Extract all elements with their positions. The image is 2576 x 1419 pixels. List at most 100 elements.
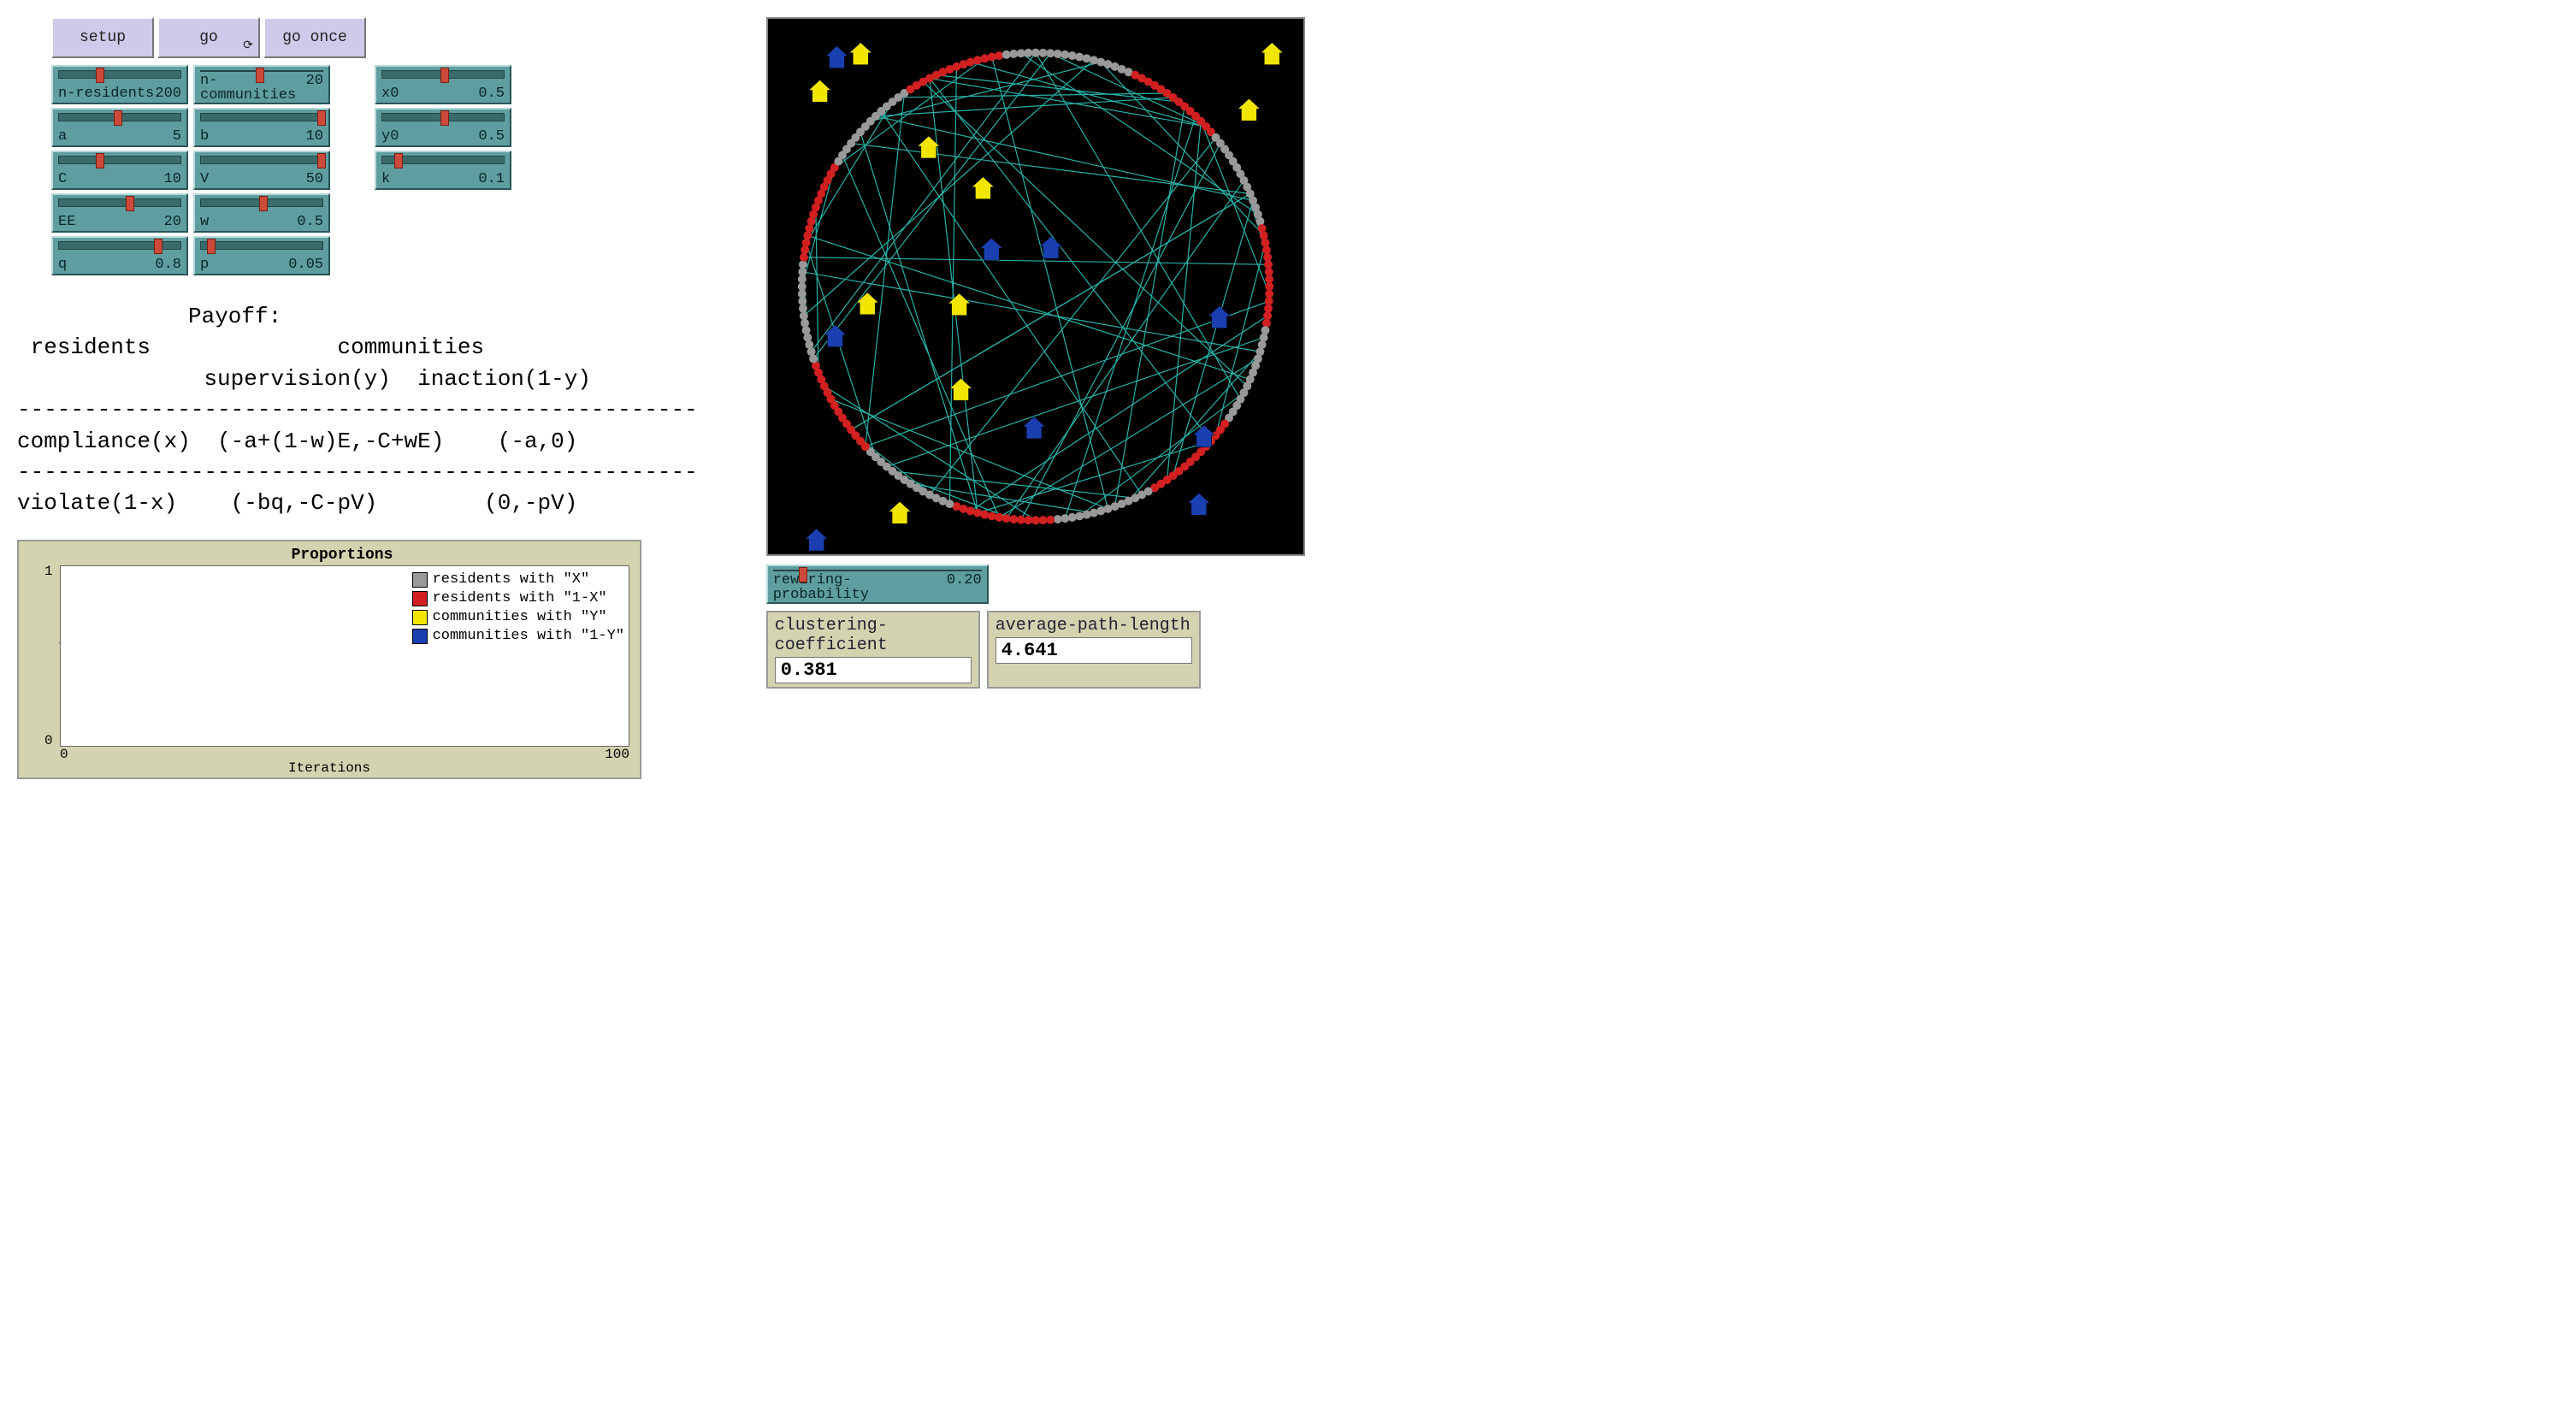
slider-thumb[interactable] — [394, 153, 403, 169]
slider-thumb[interactable] — [126, 196, 134, 211]
slider-q[interactable]: q 0.8 — [51, 236, 188, 275]
slider-track[interactable] — [58, 113, 181, 121]
slider-value: 10 — [164, 172, 181, 186]
legend-swatch — [412, 591, 428, 606]
slider-track[interactable] — [381, 113, 505, 121]
slider-thumb[interactable] — [440, 110, 449, 126]
legend-item: residents with "X" — [412, 571, 624, 589]
slider-thumb[interactable] — [114, 110, 122, 126]
slider-value: 50 — [306, 172, 323, 186]
slider-C[interactable]: C 10 — [51, 151, 188, 190]
slider-thumb[interactable] — [440, 68, 449, 83]
slider-value: 200 — [155, 86, 181, 101]
slider-track[interactable] — [200, 241, 323, 250]
slider-label: C — [58, 172, 67, 186]
slider-label: w — [200, 215, 209, 229]
slider-track[interactable] — [58, 156, 181, 164]
slider-b[interactable]: b 10 — [193, 108, 330, 147]
slider-track[interactable] — [58, 198, 181, 207]
slider-w[interactable]: w 0.5 — [193, 193, 330, 233]
plot-xmin: 0 — [60, 747, 68, 762]
slider-value: 10 — [306, 129, 323, 144]
legend-label: communities with "1-Y" — [433, 627, 624, 646]
slider-label: x0 — [381, 86, 399, 101]
slider-value: 0.5 — [297, 215, 323, 229]
world-svg — [768, 19, 1303, 554]
legend-label: residents with "1-X" — [433, 589, 607, 608]
plot-ymin: 0 — [44, 733, 53, 748]
monitor-label: average-path-length — [996, 616, 1192, 636]
slider-thumb[interactable] — [96, 153, 104, 169]
slider-thumb[interactable] — [317, 153, 326, 169]
slider-track[interactable] — [200, 113, 323, 121]
legend-label: communities with "Y" — [433, 608, 607, 627]
slider-label: V — [200, 172, 209, 186]
slider-thumb[interactable] — [317, 110, 326, 126]
go-button[interactable]: go⟳ — [157, 17, 260, 58]
go-once-button[interactable]: go once — [263, 17, 366, 58]
slider-track[interactable] — [200, 198, 323, 207]
slider-value: 5 — [173, 129, 181, 144]
slider-value: 0.20 — [947, 573, 982, 602]
slider-track[interactable] — [381, 70, 505, 79]
slider-value: 0.5 — [478, 86, 505, 101]
slider-n-communities[interactable]: n-communities20 — [193, 65, 330, 104]
plot-title: Proportions — [51, 547, 633, 564]
slider-track[interactable] — [381, 156, 505, 164]
legend-swatch — [412, 572, 428, 588]
slider-track[interactable] — [58, 70, 181, 79]
slider-n-residents[interactable]: n-residents200 — [51, 65, 188, 104]
proportions-plot: Proportions Proportions 1 0 residents wi… — [17, 540, 641, 779]
slider-label: y0 — [381, 129, 399, 144]
slider-value: 0.1 — [478, 172, 505, 186]
slider-thumb[interactable] — [799, 567, 807, 582]
setup-button-label: setup — [80, 29, 126, 46]
plot-xmax: 100 — [605, 747, 629, 762]
plot-legend: residents with "X"residents with "1-X"co… — [412, 571, 624, 646]
slider-label: a — [58, 129, 67, 144]
legend-swatch — [412, 629, 428, 644]
loop-icon: ⟳ — [243, 38, 253, 53]
legend-label: residents with "X" — [433, 571, 590, 589]
slider-p[interactable]: p0.05 — [193, 236, 330, 275]
slider-track[interactable] — [200, 70, 323, 72]
average-path-length-monitor: average-path-length 4.641 — [987, 611, 1201, 689]
slider-rewiring-probability[interactable]: rewiring-probability0.20 — [766, 565, 989, 604]
slider-label: b — [200, 129, 209, 144]
slider-thumb[interactable] — [96, 68, 104, 83]
slider-track[interactable] — [773, 570, 982, 571]
slider-label: EE — [58, 215, 75, 229]
slider-label: p — [200, 257, 209, 272]
slider-thumb[interactable] — [154, 239, 162, 254]
slider-value: 0.5 — [478, 129, 505, 144]
payoff-matrix: Payoff: residents communities supervisio… — [17, 301, 698, 519]
plot-ymax: 1 — [44, 564, 53, 579]
slider-value: 0.8 — [155, 257, 181, 272]
slider-y0[interactable]: y0 0.5 — [375, 108, 511, 147]
slider-x0[interactable]: x0 0.5 — [375, 65, 511, 104]
world-view[interactable] — [766, 17, 1305, 556]
slider-thumb[interactable] — [259, 196, 268, 211]
slider-thumb[interactable] — [207, 239, 216, 254]
slider-k[interactable]: k 0.1 — [375, 151, 511, 190]
slider-track[interactable] — [200, 156, 323, 164]
slider-label: q — [58, 257, 67, 272]
slider-EE[interactable]: EE20 — [51, 193, 188, 233]
slider-label: n-communities — [200, 74, 306, 103]
slider-label: k — [381, 172, 390, 186]
legend-item: communities with "1-Y" — [412, 627, 624, 646]
slider-a[interactable]: a5 — [51, 108, 188, 147]
go-once-button-label: go once — [282, 29, 347, 46]
plot-xlabel: Iterations — [288, 760, 370, 776]
monitor-value: 4.641 — [996, 637, 1192, 664]
legend-item: communities with "Y" — [412, 608, 624, 627]
setup-button[interactable]: setup — [51, 17, 154, 58]
monitor-value: 0.381 — [775, 657, 972, 683]
slider-V[interactable]: V 50 — [193, 151, 330, 190]
slider-track[interactable] — [58, 241, 181, 250]
monitor-label: clustering-coefficient — [775, 616, 972, 655]
slider-label: n-residents — [58, 86, 154, 101]
slider-value: 20 — [306, 74, 323, 103]
slider-thumb[interactable] — [256, 68, 264, 83]
clustering-coefficient-monitor: clustering-coefficient 0.381 — [766, 611, 980, 689]
